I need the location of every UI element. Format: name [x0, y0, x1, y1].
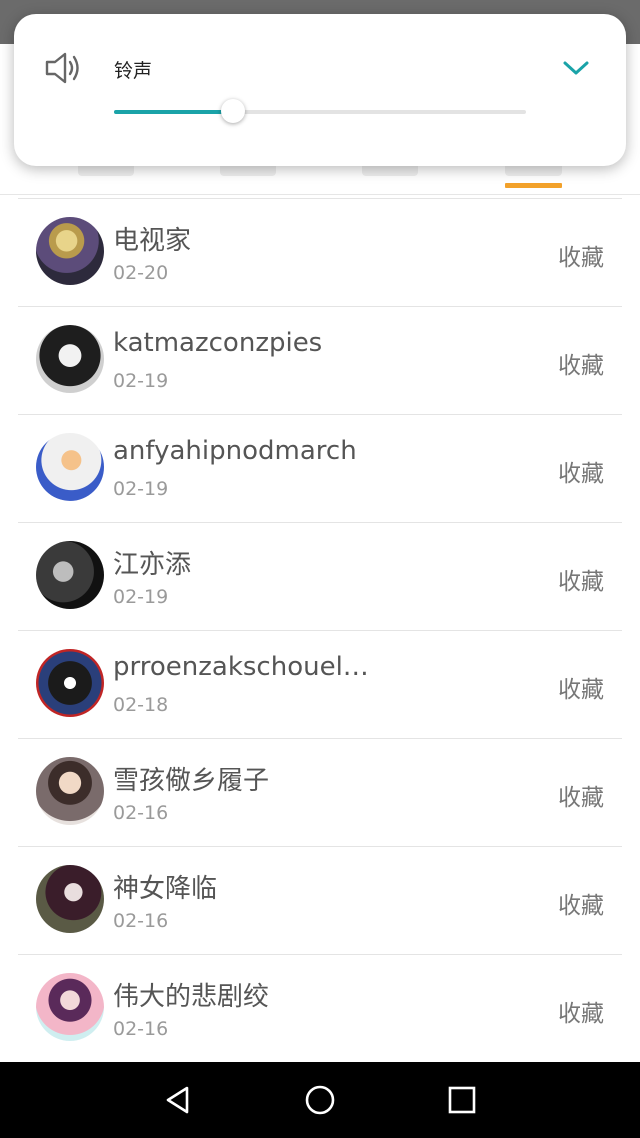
- favorite-button[interactable]: 收藏: [558, 778, 604, 812]
- favorite-button[interactable]: 收藏: [558, 670, 604, 704]
- item-name: anfyahipnodmarch: [113, 436, 357, 466]
- list-item[interactable]: katmazconzpies 02-19 收藏: [0, 306, 640, 414]
- divider: [18, 954, 622, 955]
- item-date: 02-20: [113, 262, 169, 284]
- item-name: 伟大的悲剧绞: [113, 982, 270, 1012]
- chevron-down-icon[interactable]: [562, 58, 590, 78]
- avatar[interactable]: [36, 973, 104, 1041]
- item-date: 02-16: [113, 1018, 169, 1040]
- list-item[interactable]: prroenzakschouel… 02-18 收藏: [0, 630, 640, 738]
- active-tab-indicator: [505, 183, 562, 188]
- item-date: 02-16: [113, 910, 169, 932]
- item-name: 电视家: [113, 226, 192, 256]
- avatar[interactable]: [36, 541, 104, 609]
- list-item[interactable]: anfyahipnodmarch 02-19 收藏: [0, 414, 640, 522]
- divider: [18, 846, 622, 847]
- item-date: 02-19: [113, 586, 169, 608]
- divider: [18, 414, 622, 415]
- favorite-button[interactable]: 收藏: [558, 346, 604, 380]
- item-name: 神女降临: [113, 874, 218, 904]
- divider: [18, 630, 622, 631]
- volume-slider-fill: [114, 110, 234, 114]
- favorite-button[interactable]: 收藏: [558, 238, 604, 272]
- item-name: 江亦添: [113, 550, 192, 580]
- list-item[interactable]: 雪孩儆乡履子 02-16 收藏: [0, 738, 640, 846]
- item-date: 02-19: [113, 370, 169, 392]
- divider: [18, 522, 622, 523]
- home-circle-icon[interactable]: [304, 1084, 336, 1116]
- avatar[interactable]: [36, 217, 104, 285]
- list-item[interactable]: 江亦添 02-19 收藏: [0, 522, 640, 630]
- speaker-icon[interactable]: [44, 50, 84, 86]
- item-name: katmazconzpies: [113, 328, 323, 358]
- back-triangle-icon[interactable]: [162, 1084, 194, 1116]
- avatar[interactable]: [36, 325, 104, 393]
- favorite-button[interactable]: 收藏: [558, 454, 604, 488]
- volume-slider-thumb[interactable]: [221, 99, 246, 123]
- item-date: 02-16: [113, 802, 169, 824]
- avatar[interactable]: [36, 757, 104, 825]
- avatar[interactable]: [36, 649, 104, 717]
- recents-square-icon[interactable]: [446, 1084, 478, 1116]
- list-item[interactable]: 伟大的悲剧绞 02-16 收藏: [0, 954, 640, 1062]
- favorite-button[interactable]: 收藏: [558, 562, 604, 596]
- divider: [18, 738, 622, 739]
- divider: [18, 306, 622, 307]
- item-date: 02-18: [113, 694, 169, 716]
- item-name: 雪孩儆乡履子: [113, 766, 270, 796]
- list-item[interactable]: 电视家 02-20 收藏: [0, 198, 640, 306]
- avatar[interactable]: [36, 433, 104, 501]
- favorite-button[interactable]: 收藏: [558, 886, 604, 920]
- volume-panel: 铃声: [14, 14, 626, 166]
- item-name: prroenzakschouel…: [113, 652, 369, 682]
- screen: 铃声 电视家 02-20 收藏 katmazconzpies 02-19 收藏 anfyah…: [0, 0, 640, 1138]
- favorite-button[interactable]: 收藏: [558, 994, 604, 1028]
- favorites-list: 电视家 02-20 收藏 katmazconzpies 02-19 收藏 anfyahipn…: [0, 198, 640, 1062]
- list-item[interactable]: 神女降临 02-16 收藏: [0, 846, 640, 954]
- avatar[interactable]: [36, 865, 104, 933]
- divider: [18, 198, 622, 199]
- item-date: 02-19: [113, 478, 169, 500]
- navigation-bar: [0, 1062, 640, 1138]
- volume-label: 铃声: [114, 60, 153, 82]
- volume-slider[interactable]: [114, 99, 526, 123]
